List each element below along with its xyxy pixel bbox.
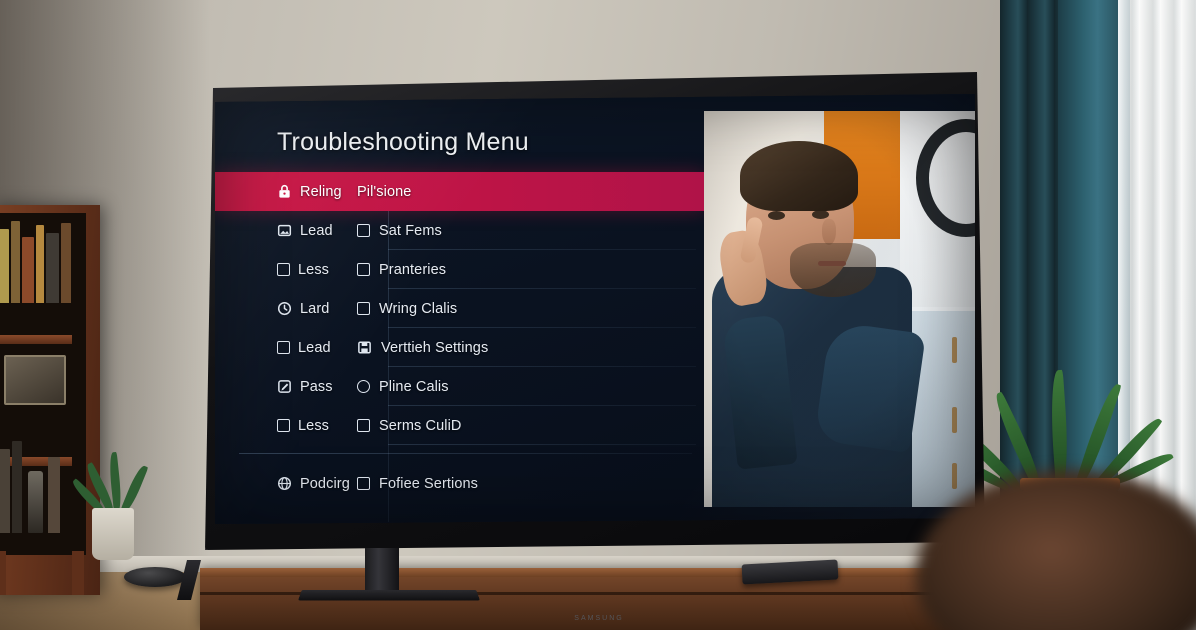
menu-row[interactable]: Lard Wring Clalis	[215, 289, 704, 328]
menu-row-left[interactable]: Pass	[215, 379, 335, 395]
shelf-divider	[0, 335, 72, 344]
menu-item-label: Sat Fems	[379, 222, 442, 239]
book	[61, 223, 71, 303]
menu-row-right[interactable]: Pranteries	[335, 262, 704, 278]
edit-icon	[277, 379, 292, 394]
checkbox-icon[interactable]	[357, 263, 370, 276]
menu-item-label: Pline Calis	[379, 378, 449, 395]
shelf-divider	[0, 457, 72, 466]
plant-pot	[92, 508, 134, 560]
menu-row-left[interactable]: Lard	[215, 301, 335, 317]
tv-console-top	[200, 568, 990, 577]
checkbox-icon[interactable]	[277, 341, 290, 354]
menu-row-left[interactable]: Less	[215, 262, 335, 278]
menu-row-left[interactable]: Less	[215, 418, 335, 434]
menu-row-left[interactable]: Lead	[215, 340, 335, 356]
globe-icon	[277, 476, 292, 491]
book	[22, 237, 34, 303]
menu-item-label: Wring Clalis	[379, 300, 458, 317]
book	[11, 221, 20, 303]
menu-row[interactable]: Lead Verttieh Settings	[215, 328, 704, 367]
menu-row[interactable]: Pass Pline Calis	[215, 367, 704, 406]
menu-rows: Reling Pil'sione Lead Sat Fems Less Pran…	[215, 172, 704, 522]
checkbox-icon[interactable]	[357, 224, 370, 237]
clock-icon	[277, 301, 292, 316]
menu-group-gap	[215, 445, 704, 464]
shelf-leg	[0, 551, 6, 595]
checkbox-icon[interactable]	[357, 302, 370, 315]
menu-row-left[interactable]: Reling	[215, 184, 342, 200]
tv-screen[interactable]: Troubleshooting Menu Reling Pil'sione Le…	[215, 94, 975, 524]
save-icon	[357, 340, 372, 355]
menu-row-right[interactable]: Serms CuliD	[335, 418, 704, 434]
book	[48, 457, 60, 533]
tv-brand-mark: SAMSUNG	[574, 615, 624, 622]
menu-row-right[interactable]: Wring Clalis	[335, 301, 704, 317]
menu-item-label: Less	[298, 261, 330, 278]
bottle	[28, 471, 43, 533]
television: Troubleshooting Menu Reling Pil'sione Le…	[205, 72, 985, 622]
menu-row-selected[interactable]: Reling Pil'sione	[215, 172, 704, 211]
menu-row[interactable]: Less Pranteries	[215, 250, 704, 289]
picture-frame	[4, 355, 66, 405]
lock-icon	[277, 184, 292, 199]
menu-row-left[interactable]: Podcirg	[215, 476, 350, 492]
book	[36, 225, 44, 303]
menu-item-label: Less	[298, 417, 330, 434]
menu-row-right[interactable]: Pil'sione	[335, 184, 704, 200]
image-icon	[277, 223, 292, 238]
checkbox-icon[interactable]	[277, 419, 290, 432]
robot-vacuum	[124, 567, 186, 587]
menu-row-right[interactable]: Verttieh Settings	[335, 340, 704, 356]
menu-panel: Troubleshooting Menu Reling Pil'sione Le…	[215, 94, 704, 524]
page-title: Troubleshooting Menu	[277, 128, 529, 156]
menu-row[interactable]: Less Serms CuliD	[215, 406, 704, 445]
menu-row-right[interactable]: Pline Calis	[335, 379, 704, 395]
menu-item-label: Verttieh Settings	[381, 339, 489, 356]
book	[46, 233, 59, 303]
video-panel[interactable]	[704, 111, 975, 507]
book	[0, 449, 10, 533]
menu-item-label: Lard	[300, 300, 330, 317]
checkbox-icon[interactable]	[277, 263, 290, 276]
book	[0, 229, 9, 303]
book	[12, 441, 22, 533]
bookshelf-interior	[0, 213, 86, 555]
menu-row[interactable]: Podcirg Fofiee Sertions	[215, 464, 704, 503]
menu-item-label: Fofiee Sertions	[379, 475, 479, 492]
tv-stand-neck	[365, 548, 399, 592]
tv-stand-foot	[297, 589, 481, 601]
menu-item-label: Serms CuliD	[379, 417, 462, 434]
checkbox-icon[interactable]	[357, 419, 370, 432]
group-separator	[239, 453, 692, 454]
menu-item-label: Lead	[300, 222, 333, 239]
menu-item-label: Pass	[300, 378, 333, 395]
menu-row[interactable]: Lead Sat Fems	[215, 211, 704, 250]
corner-plant	[69, 420, 149, 560]
checkbox-icon[interactable]	[357, 477, 370, 490]
living-room-scene: Troubleshooting Menu Reling Pil'sione Le…	[0, 0, 1196, 630]
menu-row-left[interactable]: Lead	[215, 223, 335, 239]
menu-row-right[interactable]: Fofiee Sertions	[335, 476, 704, 492]
menu-item-label: Pil'sione	[357, 183, 412, 200]
troubleshooting-menu-ui: Troubleshooting Menu Reling Pil'sione Le…	[215, 94, 975, 524]
menu-row-right[interactable]: Sat Fems	[335, 223, 704, 239]
radio-icon[interactable]	[357, 380, 370, 393]
video-vignette	[704, 111, 975, 507]
menu-item-label: Pranteries	[379, 261, 447, 278]
menu-item-label: Lead	[298, 339, 331, 356]
